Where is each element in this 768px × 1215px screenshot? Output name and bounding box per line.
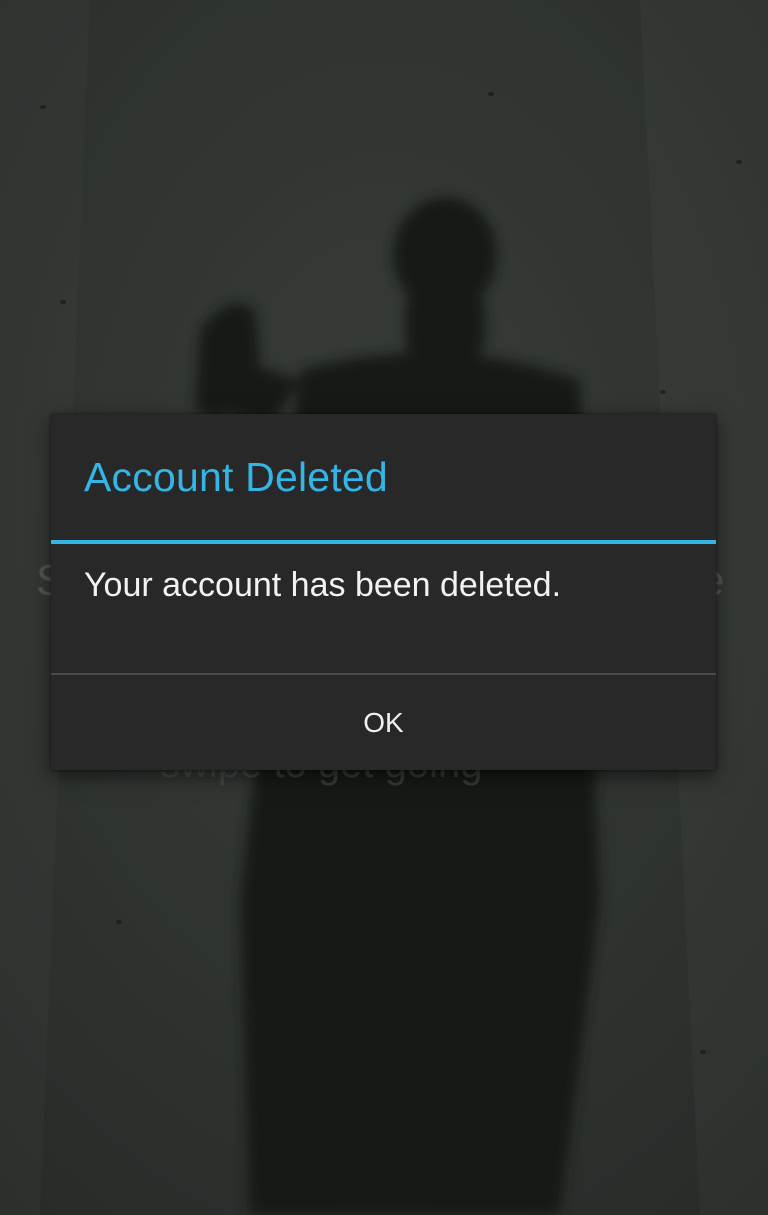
dialog-message: Your account has been deleted.	[84, 566, 562, 604]
alert-dialog: Account Deleted Your account has been de…	[51, 414, 716, 770]
app-screen: S e swipe to get going Account Deleted Y…	[0, 0, 768, 1215]
title-divider	[51, 540, 716, 544]
dialog-title: Account Deleted	[84, 454, 388, 500]
ok-button[interactable]: OK	[51, 675, 716, 770]
